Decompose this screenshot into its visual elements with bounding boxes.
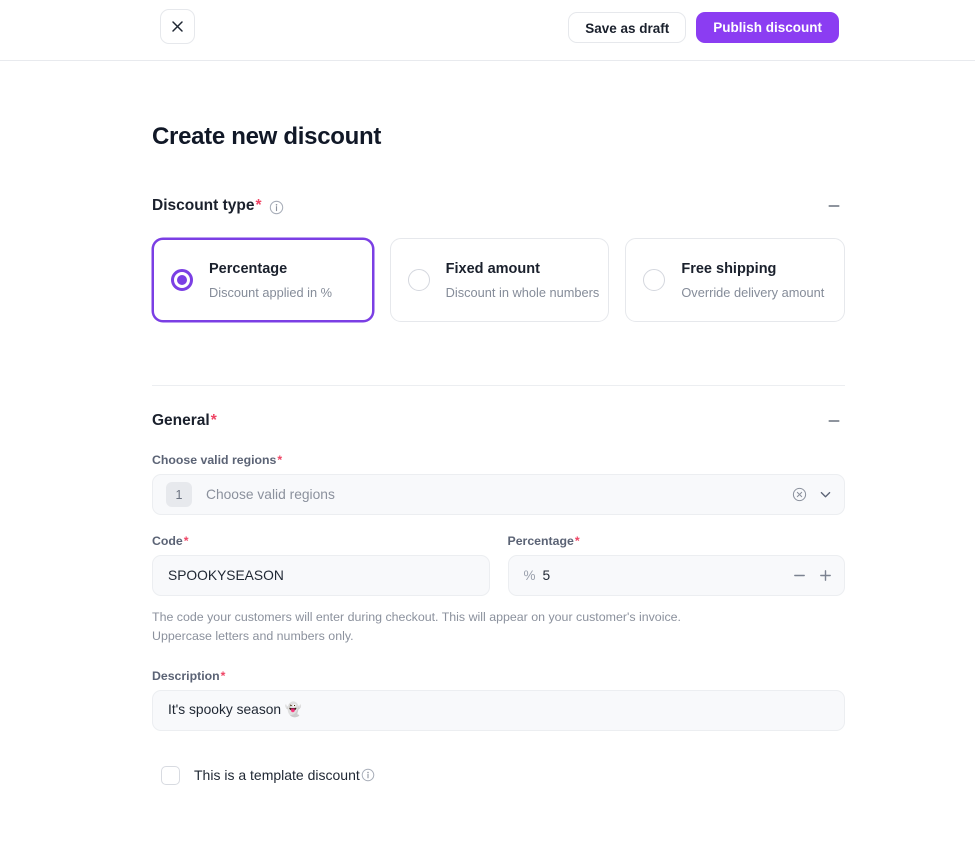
label-text: Code	[152, 534, 183, 548]
radio-dot	[177, 275, 187, 285]
regions-placeholder: Choose valid regions	[206, 487, 335, 502]
description-input-shell[interactable]: It's spooky season 👻	[152, 689, 845, 731]
label-text: This is a template discount	[194, 767, 360, 784]
field-percentage: Percentage * % 5	[507, 534, 846, 596]
option-description: Override delivery amount	[681, 284, 825, 300]
discount-type-option-percentage[interactable]: Percentage Discount applied in %	[152, 238, 374, 322]
collapse-toggle-discount-type[interactable]	[823, 195, 845, 217]
label-text: Choose valid regions	[152, 453, 277, 467]
code-input-shell[interactable]: SPOOKYSEASON	[152, 555, 490, 596]
section-title-discount-type: Discount type *	[152, 197, 284, 215]
info-icon[interactable]	[361, 768, 375, 782]
collapse-toggle-general[interactable]	[823, 410, 845, 432]
radio-fixed-amount[interactable]	[407, 269, 430, 291]
minus-icon	[828, 205, 840, 207]
regions-count-badge: 1	[166, 482, 192, 507]
option-texts: Fixed amount Discount in whole numbers	[446, 260, 600, 300]
info-icon[interactable]	[269, 200, 284, 215]
header-actions: Save as draft Publish discount	[568, 12, 839, 43]
discount-type-option-fixed-amount[interactable]: Fixed amount Discount in whole numbers	[389, 238, 610, 322]
section-header-general: General *	[152, 410, 845, 432]
percent-prefix: %	[523, 568, 536, 583]
close-icon	[170, 19, 185, 34]
save-as-draft-button[interactable]: Save as draft	[568, 12, 687, 43]
option-label: Fixed amount	[445, 261, 540, 278]
plus-icon[interactable]	[818, 568, 833, 583]
code-helper-text: The code your customers will enter durin…	[152, 608, 845, 647]
percentage-stepper	[792, 568, 833, 583]
section-label: Discount type	[152, 197, 255, 214]
publish-discount-button[interactable]: Publish discount	[696, 12, 839, 43]
section-header-discount-type: Discount type *	[152, 195, 845, 217]
helper-line-2: Uppercase letters and numbers only.	[152, 629, 354, 644]
percentage-input[interactable]: 5	[543, 568, 792, 583]
code-input[interactable]: SPOOKYSEASON	[168, 568, 478, 583]
helper-line-1: The code your customers will enter durin…	[152, 610, 681, 624]
section-divider	[152, 385, 845, 386]
required-asterisk: *	[255, 197, 262, 214]
option-texts: Percentage Discount applied in %	[209, 260, 332, 300]
label-percentage: Percentage *	[508, 534, 846, 548]
label-text: Percentage	[507, 534, 574, 548]
template-discount-label: This is a template discount	[194, 767, 375, 783]
required-asterisk: *	[277, 453, 283, 467]
option-texts: Free shipping Override delivery amount	[681, 260, 824, 300]
required-asterisk: *	[210, 412, 217, 429]
required-asterisk: *	[574, 534, 580, 548]
template-discount-checkbox[interactable]	[161, 765, 180, 785]
field-code: Code * SPOOKYSEASON	[152, 534, 490, 596]
chevron-down-icon[interactable]	[818, 487, 833, 502]
label-code: Code *	[152, 534, 490, 548]
regions-icons	[792, 487, 833, 502]
row-template-discount: This is a template discount	[152, 765, 845, 785]
section-label: General	[152, 412, 210, 429]
top-header: Save as draft Publish discount	[0, 0, 975, 61]
radio-percentage[interactable]	[171, 269, 193, 291]
section-title-general: General *	[152, 412, 217, 430]
option-label: Free shipping	[681, 261, 777, 278]
option-label: Percentage	[209, 261, 288, 278]
required-asterisk: *	[220, 668, 226, 683]
option-description: Discount in whole numbers	[445, 284, 600, 300]
minus-icon[interactable]	[792, 568, 807, 583]
label-choose-valid-regions: Choose valid regions *	[152, 453, 845, 467]
minus-icon	[828, 420, 840, 422]
field-description: Description * It's spooky season 👻	[152, 669, 845, 731]
label-text: Description	[152, 668, 220, 683]
page-content: Create new discount Discount type * Perc…	[0, 61, 975, 785]
required-asterisk: *	[183, 534, 189, 548]
percentage-input-shell[interactable]: % 5	[507, 555, 845, 596]
label-description: Description *	[152, 669, 845, 683]
discount-type-option-free-shipping[interactable]: Free shipping Override delivery amount	[625, 238, 846, 322]
discount-type-options: Percentage Discount applied in % Fixed a…	[152, 238, 846, 322]
option-description: Discount applied in %	[209, 284, 333, 300]
radio-free-shipping[interactable]	[643, 269, 666, 291]
page-title: Create new discount	[152, 123, 382, 150]
circle-x-icon[interactable]	[792, 487, 807, 502]
description-input[interactable]: It's spooky season 👻	[168, 702, 833, 718]
row-code-percentage: Code * SPOOKYSEASON Percentage * % 5	[152, 534, 845, 596]
field-choose-valid-regions: Choose valid regions * 1 Choose valid re…	[152, 453, 845, 515]
close-button[interactable]	[160, 9, 195, 44]
regions-select[interactable]: 1 Choose valid regions	[152, 474, 845, 515]
